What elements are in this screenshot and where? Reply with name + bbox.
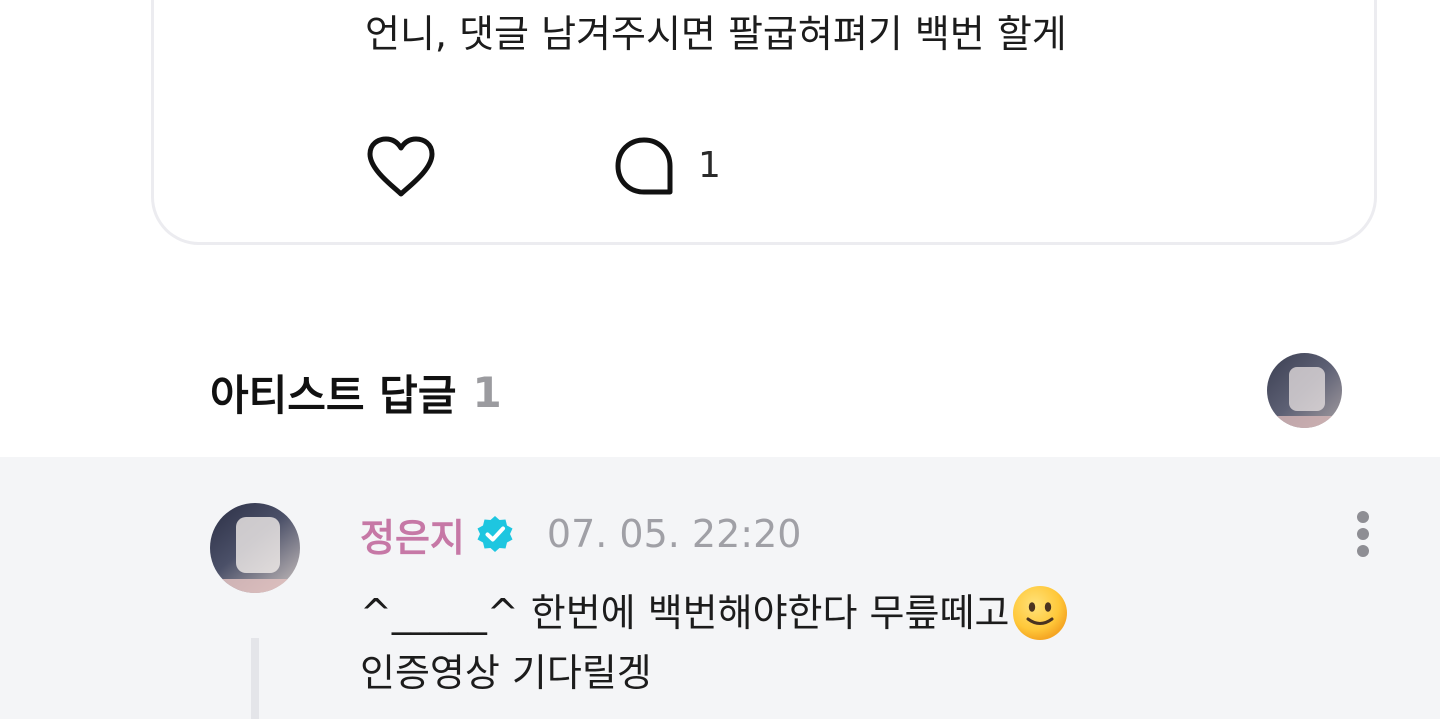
artist-avatar[interactable] <box>1267 353 1342 428</box>
artist-replies-header: 아티스트 답글 1 <box>210 364 502 420</box>
comment-count: 1 <box>698 145 721 186</box>
thread-line <box>251 638 259 719</box>
post-text: 언니, 댓글 남겨주시면 팔굽혀펴기 백번 할게 <box>365 12 1067 56</box>
verified-badge-icon <box>477 516 513 552</box>
artist-replies-count: 1 <box>472 367 502 417</box>
reply-author-name[interactable]: 정은지 <box>360 507 465 562</box>
comment-button[interactable]: 1 <box>614 136 721 196</box>
reply-text-line-2: 인증영상 기다릴겡 <box>360 643 1069 703</box>
reply-timestamp: 07. 05. 22:20 <box>546 512 802 556</box>
smiling-face-emoji-icon <box>1013 586 1068 640</box>
artist-replies-title: 아티스트 답글 <box>210 370 457 420</box>
heart-icon <box>367 136 435 197</box>
reply-text: ^_____^ 한번에 백번해야한다 무릎떼고 인증영상 기다릴겡 <box>360 583 1069 703</box>
reply-meta: 정은지 07. 05. 22:20 <box>360 507 801 561</box>
reply-text-line-1: ^_____^ 한번에 백번해야한다 무릎떼고 <box>360 583 1069 643</box>
comment-bubble-icon <box>615 137 673 195</box>
artist-reply: 정은지 07. 05. 22:20 ^_____^ 한번에 백번해야한다 무릎떼… <box>0 457 1440 719</box>
reply-text-line-1-content: ^_____^ 한번에 백번해야한다 무릎떼고 <box>360 591 1010 635</box>
reply-author-avatar[interactable] <box>210 503 300 593</box>
reply-text-line-2-content: 인증영상 기다릴겡 <box>360 651 652 695</box>
like-button[interactable] <box>366 136 436 198</box>
more-options-icon[interactable] <box>1352 509 1374 559</box>
post-card: 언니, 댓글 남겨주시면 팔굽혀펴기 백번 할게 1 <box>151 0 1377 245</box>
